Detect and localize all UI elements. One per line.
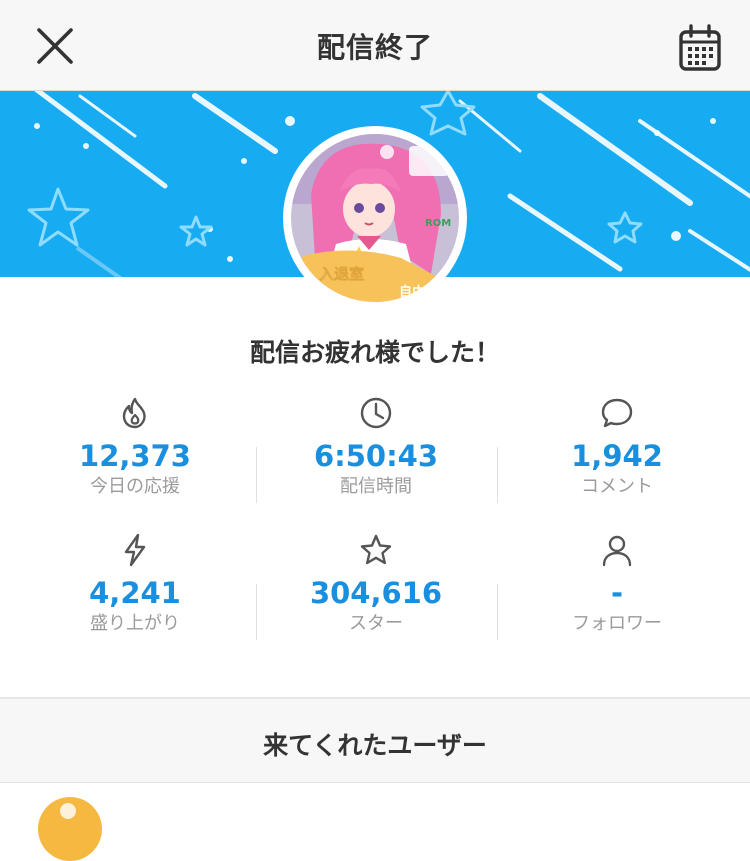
visitors-section-title: 来てくれたユーザー [263, 731, 487, 760]
avatar-text-2: 自由 [399, 284, 425, 300]
stat-support: 12,373 今日の応援 [15, 396, 255, 498]
stat-excitement-label: 盛り上がり [90, 613, 180, 634]
visitors-section-header: 来てくれたユーザー [0, 699, 750, 783]
person-icon [602, 535, 632, 567]
visitor-avatar-image [38, 797, 102, 861]
streamer-avatar: 入退室 自由 ROM [283, 126, 467, 310]
calendar-icon [679, 24, 721, 71]
page-title: 配信終了 [316, 31, 433, 64]
stat-followers-value: - [610, 576, 624, 610]
star-icon [360, 534, 392, 565]
stat-excitement-value: 4,241 [89, 576, 181, 610]
stat-comments: 1,942 コメント [497, 396, 737, 498]
flame-icon [122, 397, 146, 429]
stat-duration-label: 配信時間 [340, 476, 412, 497]
clock-icon [360, 397, 392, 429]
stat-stars: 304,616 スター [256, 533, 496, 635]
stat-support-label: 今日の応援 [90, 476, 180, 497]
stat-excitement: 4,241 盛り上がり [15, 533, 255, 635]
stat-comments-label: コメント [581, 476, 653, 497]
speech-bubble-icon [601, 398, 633, 428]
stat-followers-label: フォロワー [572, 613, 662, 634]
stat-comments-value: 1,942 [571, 439, 663, 473]
stat-support-value: 12,373 [79, 439, 191, 473]
stat-duration-value: 6:50:43 [313, 439, 439, 473]
avatar-text-1: 入退室 [319, 265, 364, 283]
stat-followers: - フォロワー [497, 533, 737, 635]
calendar-button[interactable] [678, 24, 722, 72]
avatar-text-3: ROM [425, 218, 451, 229]
avatar-illustration: 入退室 自由 ROM [291, 134, 459, 302]
stat-stars-label: スター [349, 613, 403, 634]
visitor-avatar[interactable] [38, 797, 102, 861]
thanks-message: 配信お疲れ様でした！ [249, 338, 500, 367]
lightning-icon [124, 533, 146, 567]
top-bar: 配信終了 [0, 0, 750, 91]
stat-duration: 6:50:43 配信時間 [256, 396, 496, 498]
stat-stars-value: 304,616 [309, 576, 443, 610]
